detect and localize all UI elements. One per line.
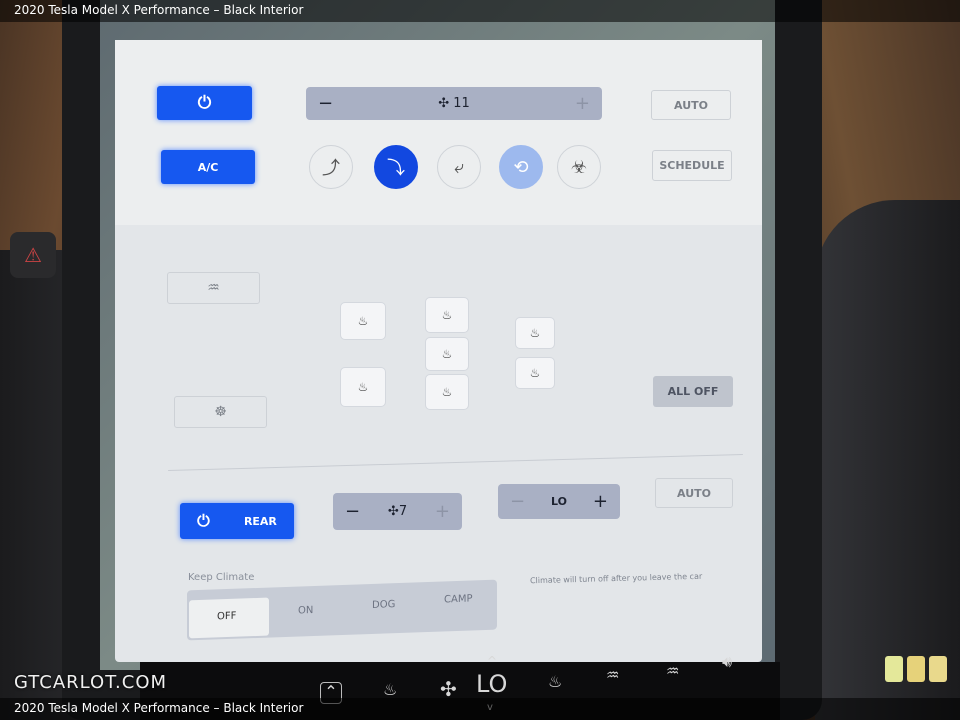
rear-defrost-icon: ♒ (207, 280, 220, 296)
fan-level: ✣ 11 (438, 96, 470, 111)
fan-level-value: 11 (453, 96, 470, 111)
rear-fan-plus-button[interactable]: + (435, 501, 450, 522)
seat-heater-driver[interactable]: ♨ (340, 302, 386, 340)
rear-fan-level: ✣7 (388, 504, 407, 519)
rear-fan-stepper: − ✣7 + (333, 493, 462, 530)
auto-button[interactable]: AUTO (651, 90, 731, 120)
ac-button[interactable]: A/C (161, 150, 255, 184)
airflow-face-icon: ⤴ (322, 158, 340, 179)
rear-temp-value: LO (551, 495, 567, 508)
rear-temp-plus-button[interactable]: + (593, 491, 608, 512)
power-icon: ⏻ (197, 93, 212, 113)
seat-heater-rear-left[interactable]: ♨ (425, 297, 469, 333)
fan-icon: ✣ (387, 504, 399, 519)
dock-temp-value[interactable]: LO (476, 670, 507, 698)
power-icon: ⏻ (197, 511, 210, 530)
fan-icon: ✣ (438, 96, 450, 111)
bioweapon-defense-button[interactable]: ☣ (557, 145, 601, 189)
rear-climate-button[interactable]: ⏻ REAR (180, 503, 294, 539)
rear-temp-minus-button[interactable]: − (510, 491, 525, 512)
keep-climate-off[interactable]: OFF (217, 611, 236, 623)
airflow-face-button[interactable]: ⤴ (309, 145, 353, 189)
rear-label: REAR (243, 514, 277, 528)
airflow-windshield-icon: ⤶ (453, 156, 465, 178)
rear-defrost-button[interactable]: ♒ (167, 272, 260, 304)
seat-heater-third-left[interactable]: ♨ (515, 317, 555, 349)
rear-auto-button[interactable]: AUTO (655, 478, 733, 508)
keep-climate-camp[interactable]: CAMP (444, 593, 472, 605)
steering-heat-button[interactable]: ☸ (174, 396, 267, 428)
fan-plus-button[interactable]: + (575, 93, 590, 114)
front-defrost-icon[interactable]: ♒ (606, 666, 619, 684)
all-off-button[interactable]: ALL OFF (653, 376, 733, 407)
airflow-feet-icon: ⤵ (387, 158, 405, 179)
rear-temp-stepper: − LO + (498, 484, 620, 519)
keep-climate-on[interactable]: ON (298, 605, 313, 617)
airflow-feet-button[interactable]: ⤵ (374, 145, 418, 189)
badge-lights (885, 656, 947, 682)
seat-heater-diagram: ♨ ♨ ♨ ♨ ♨ ♨ ♨ (300, 262, 600, 432)
rear-fan-level-value: 7 (398, 504, 408, 519)
hazard-icon: ⚠ (24, 243, 42, 267)
hazard-button[interactable]: ⚠ (10, 232, 56, 278)
seat-right (815, 200, 960, 720)
recirculate-button[interactable]: ⟲ (499, 145, 543, 189)
airflow-windshield-button[interactable]: ⤶ (437, 145, 481, 189)
seat-heater-rear-center[interactable]: ♨ (425, 337, 469, 371)
driver-seat-heat-icon[interactable]: ♨ (383, 680, 397, 699)
rear-defrost-icon[interactable]: ♒ (666, 662, 679, 680)
keep-climate-dog[interactable]: DOG (372, 599, 395, 611)
fan-speed-stepper: − ✣ 11 + (306, 87, 602, 120)
schedule-button[interactable]: SCHEDULE (652, 150, 732, 181)
keep-climate-label: Keep Climate (188, 572, 255, 583)
steering-wheel-heat-icon: ☸ (214, 404, 227, 420)
fan-minus-button[interactable]: − (318, 93, 333, 114)
volume-icon[interactable]: 🔊︎ (722, 652, 732, 672)
seat-heater-third-right[interactable]: ♨ (515, 357, 555, 389)
caption-bottom: 2020 Tesla Model X Performance – Black I… (0, 698, 960, 720)
temp-up-button[interactable]: ^ (487, 654, 497, 668)
rear-fan-minus-button[interactable]: − (345, 501, 360, 522)
seat-heater-rear-right[interactable]: ♨ (425, 374, 469, 410)
climate-power-button[interactable]: ⏻ (157, 86, 252, 120)
caption-top: 2020 Tesla Model X Performance – Black I… (0, 0, 960, 22)
watermark-logo: GTCARLOT.COM (14, 672, 168, 693)
bioweapon-defense-icon: ☣ (570, 156, 588, 178)
recirculate-icon: ⟲ (513, 156, 529, 178)
seat-heater-passenger[interactable]: ♨ (340, 367, 386, 407)
passenger-seat-heat-icon[interactable]: ♨ (548, 672, 562, 691)
climate-upper-section (115, 40, 762, 225)
